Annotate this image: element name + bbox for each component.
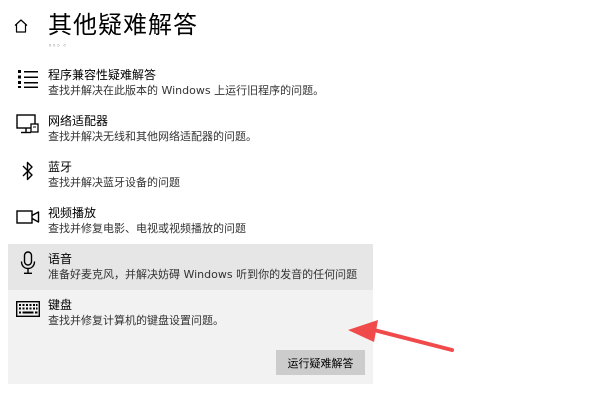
item-title: 网络适配器 <box>48 114 109 128</box>
item-title: 语音 <box>48 252 73 266</box>
item-title: 键盘 <box>48 298 73 312</box>
item-title: 程序兼容性疑难解答 <box>48 68 157 82</box>
troubleshooter-item-network-adapter[interactable]: 网络适配器 查找并解决无线和其他网络适配器的问题。 <box>8 106 373 152</box>
page-title: 其他疑难解答 <box>48 11 198 39</box>
red-arrow-annotation <box>348 320 454 352</box>
bluetooth-icon <box>16 159 40 183</box>
item-description: 查找并解决蓝牙设备的问题 <box>48 176 180 189</box>
item-description: 查找并解决在此版本的 Windows 上运行旧程序的问题。 <box>48 84 325 97</box>
item-title: 蓝牙 <box>48 160 73 174</box>
item-description: 准备好麦克风，并解决妨碍 Windows 听到你的发音的任何问题 <box>48 268 358 281</box>
list-icon <box>16 67 40 91</box>
home-button[interactable] <box>10 15 32 37</box>
item-description: 查找并修复计算机的键盘设置问题。 <box>48 314 224 327</box>
troubleshooter-item-keyboard[interactable]: 键盘 查找并修复计算机的键盘设置问题。 运行疑难解答 <box>8 290 373 384</box>
keyboard-icon <box>16 297 40 321</box>
troubleshooter-item-program-compatibility[interactable]: 程序兼容性疑难解答 查找并解决在此版本的 Windows 上运行旧程序的问题。 <box>8 60 373 106</box>
troubleshooter-item-speech[interactable]: 语音 准备好麦克风，并解决妨碍 Windows 听到你的发音的任何问题 <box>8 244 373 290</box>
home-icon <box>14 19 28 33</box>
item-description: 查找并修复电影、电视或视频播放的问题 <box>48 222 246 235</box>
monitor-network-icon <box>16 113 40 137</box>
troubleshooter-list: 程序兼容性疑难解答 查找并解决在此版本的 Windows 上运行旧程序的问题。 … <box>8 60 373 384</box>
troubleshooter-item-bluetooth[interactable]: 蓝牙 查找并解决蓝牙设备的问题 <box>8 152 373 198</box>
troubleshooter-item-video-playback[interactable]: 视频播放 查找并修复电影、电视或视频播放的问题 <box>8 198 373 244</box>
page-subtitle-mark: ◦◦◦ ◦ <box>48 42 67 50</box>
microphone-icon <box>16 251 40 275</box>
item-title: 视频播放 <box>48 206 97 220</box>
video-camera-icon <box>16 205 40 229</box>
item-description: 查找并解决无线和其他网络适配器的问题。 <box>48 130 257 143</box>
